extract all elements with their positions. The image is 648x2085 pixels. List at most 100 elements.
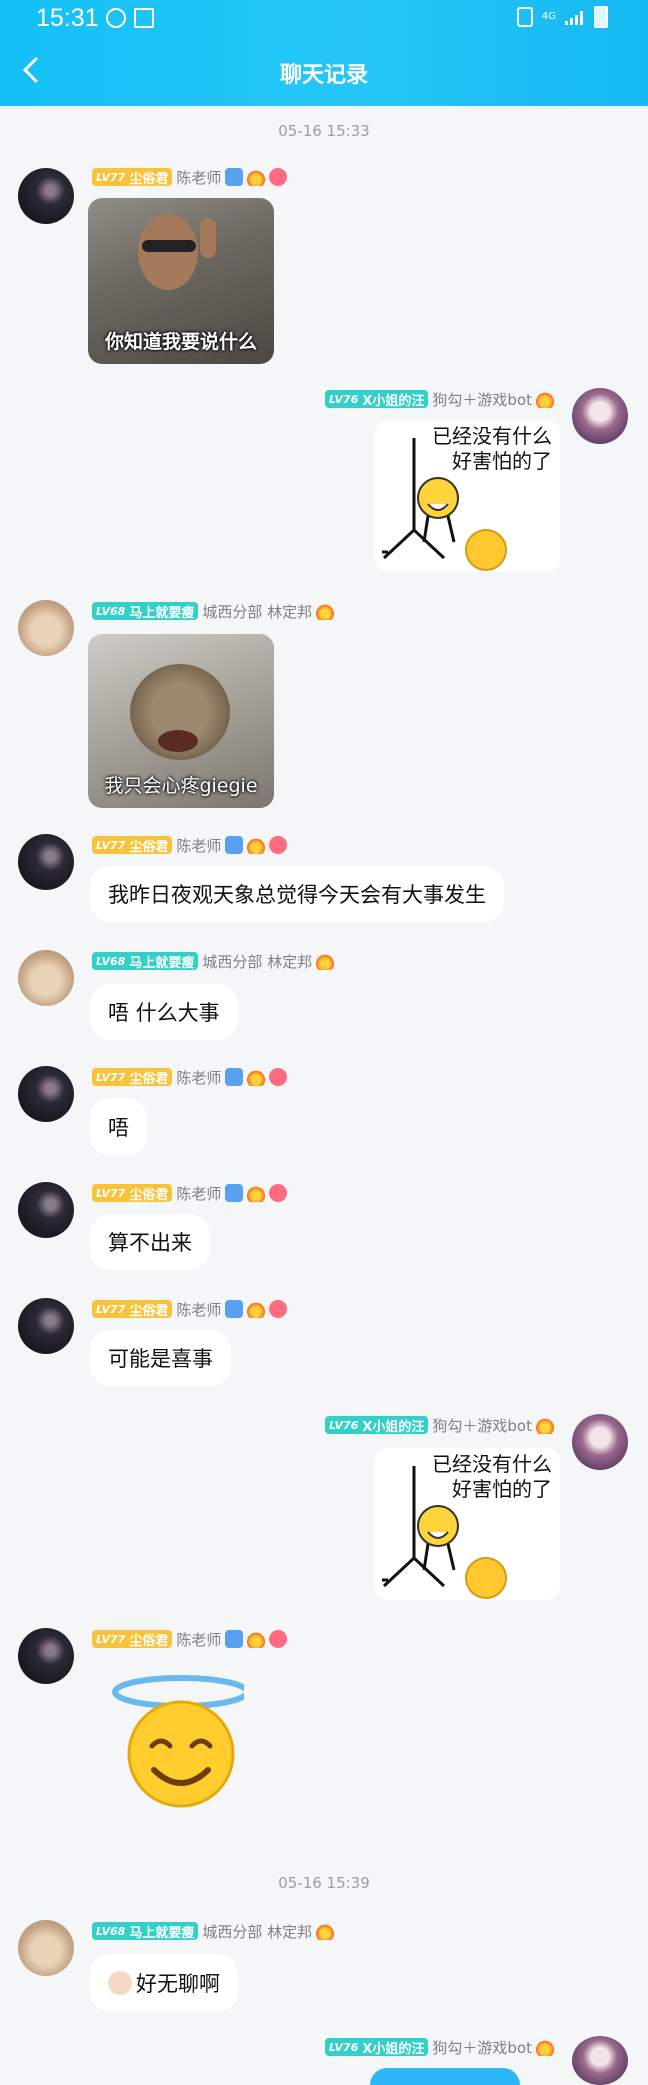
sender-meta: LV68 马上就要瘦 城西分部 林定邦 — [92, 950, 335, 972]
cat-mouth — [158, 730, 198, 752]
status-icons: 4G — [516, 6, 608, 28]
emoji-badge-icon — [269, 1630, 288, 1648]
sender-name[interactable]: 狗勾＋游戏bot — [432, 2037, 532, 2058]
fire-icon — [536, 1416, 554, 1434]
level-badge: LV77 尘俗君 — [92, 168, 173, 187]
sender-name[interactable]: 陈老师 — [176, 835, 221, 856]
status-time: 15:31 — [36, 4, 99, 32]
sender-meta: LV76 X小姐的汪 狗勾＋游戏bot — [325, 1414, 554, 1436]
page-title: 聊天记录 — [279, 63, 368, 88]
alarm-icon — [516, 7, 533, 27]
car-icon — [225, 168, 244, 186]
level-badge: LV77 尘俗君 — [92, 1630, 173, 1649]
sender-name[interactable]: 陈老师 — [176, 1067, 221, 1088]
sender-meta: LV76 X小姐的汪 狗勾＋游戏bot — [325, 388, 554, 410]
avatar[interactable] — [18, 1066, 74, 1122]
fire-icon — [247, 168, 266, 186]
level-badge: LV76 X小姐的汪 — [325, 2038, 429, 2057]
level-badge: LV77 尘俗君 — [92, 1300, 173, 1319]
level-badge: LV68 马上就要瘦 — [92, 1922, 199, 1941]
avatar[interactable] — [18, 1298, 74, 1354]
man-face — [138, 214, 198, 290]
sticker-text: 已经没有什么好害怕的了 — [432, 1452, 552, 1501]
avatar[interactable] — [572, 1414, 628, 1470]
signal-icon — [565, 9, 585, 25]
fire-icon — [536, 2038, 554, 2056]
sender-name[interactable]: 城西分部 林定邦 — [202, 601, 312, 622]
sender-meta: LV77 尘俗君 陈老师 — [92, 1182, 288, 1204]
image-message[interactable]: 我只会心疼giegie — [88, 634, 274, 808]
sender-meta: LV77 尘俗君 陈老师 — [92, 166, 288, 188]
sunglasses — [142, 240, 196, 252]
image-notification-icon — [134, 8, 154, 28]
message-bubble[interactable]: 算不出来 — [90, 1214, 210, 1270]
level-badge: LV76 X小姐的汪 — [325, 1416, 429, 1435]
sender-name[interactable]: 城西分部 林定邦 — [202, 951, 312, 972]
sender-meta: LV77 尘俗君 陈老师 — [92, 1628, 288, 1650]
car-icon — [225, 836, 244, 854]
fire-icon — [536, 390, 554, 408]
sender-name[interactable]: 陈老师 — [176, 1629, 221, 1650]
fire-icon — [316, 952, 335, 970]
avatar[interactable] — [572, 388, 628, 444]
level-badge: LV77 尘俗君 — [92, 1184, 173, 1203]
timestamp: 05-16 15:39 — [278, 1874, 370, 1892]
message-bubble[interactable]: 唔 — [90, 1098, 147, 1156]
sender-meta: LV77 尘俗君 陈老师 — [92, 1298, 288, 1320]
fire-icon — [247, 1300, 266, 1318]
message-bubble[interactable]: 我昨日夜观天象总觉得今天会有大事发生 — [90, 866, 504, 922]
avatar[interactable] — [18, 834, 74, 890]
image-message[interactable]: 你知道我要说什么 — [88, 198, 274, 364]
sender-meta: LV77 尘俗君 陈老师 — [92, 834, 288, 856]
avatar[interactable] — [18, 950, 74, 1006]
level-badge: LV76 X小姐的汪 — [325, 390, 429, 409]
globe-icon — [106, 8, 126, 28]
sender-name[interactable]: 陈老师 — [176, 1183, 221, 1204]
avatar[interactable] — [18, 1628, 74, 1684]
network-type: 4G — [541, 11, 556, 22]
avatar[interactable] — [18, 1182, 74, 1238]
fire-icon — [316, 602, 335, 620]
sender-meta: LV77 尘俗君 陈老师 — [92, 1066, 288, 1088]
timestamp: 05-16 15:33 — [278, 122, 370, 140]
image-caption: 你知道我要说什么 — [104, 331, 257, 353]
emoji-badge-icon — [269, 168, 288, 186]
sender-name[interactable]: 城西分部 林定邦 — [202, 1921, 312, 1942]
sender-name[interactable]: 狗勾＋游戏bot — [432, 1415, 532, 1436]
avatar[interactable] — [18, 168, 74, 224]
fire-icon — [316, 1922, 335, 1940]
message-bubble[interactable]: 可能是喜事 — [90, 1330, 231, 1386]
angel-emoji-sticker[interactable] — [108, 1672, 244, 1808]
avatar[interactable] — [572, 2036, 628, 2085]
fire-icon — [247, 1068, 266, 1086]
car-icon — [225, 1630, 244, 1648]
message-bubble[interactable]: 唔 什么大事 — [90, 984, 238, 1040]
fire-icon — [247, 1184, 266, 1202]
car-icon — [225, 1184, 244, 1202]
message-bubble[interactable] — [370, 2068, 520, 2085]
fire-icon — [247, 836, 266, 854]
level-badge: LV68 马上就要瘦 — [92, 952, 199, 971]
finger — [200, 218, 216, 258]
sender-meta: LV68 马上就要瘦 城西分部 林定邦 — [92, 600, 335, 622]
level-badge: LV77 尘俗君 — [92, 1068, 173, 1087]
sender-name[interactable]: 陈老师 — [176, 1299, 221, 1320]
sender-name[interactable]: 狗勾＋游戏bot — [432, 389, 532, 410]
emoji-badge-icon — [269, 1068, 288, 1086]
sticker-message[interactable]: 已经没有什么好害怕的了 — [374, 420, 560, 572]
emoji-badge-icon — [269, 836, 288, 854]
avatar[interactable] — [18, 1920, 74, 1976]
level-badge: LV77 尘俗君 — [92, 836, 173, 855]
avatar[interactable] — [18, 600, 74, 656]
sender-meta: LV68 马上就要瘦 城西分部 林定邦 — [92, 1920, 335, 1942]
sticker-message[interactable]: 已经没有什么好害怕的了 — [374, 1448, 560, 1600]
level-badge: LV68 马上就要瘦 — [92, 602, 199, 621]
app-header: 15:31 4G 聊天记录 — [0, 0, 648, 106]
message-bubble[interactable]: 好无聊啊 — [90, 1954, 238, 2012]
sticker-text: 已经没有什么好害怕的了 — [432, 424, 552, 473]
emoji-badge-icon — [269, 1184, 288, 1202]
sender-name[interactable]: 陈老师 — [176, 167, 221, 188]
emoji-badge-icon — [269, 1300, 288, 1318]
battery-icon — [594, 6, 608, 28]
image-caption: 我只会心疼giegie — [104, 775, 258, 797]
